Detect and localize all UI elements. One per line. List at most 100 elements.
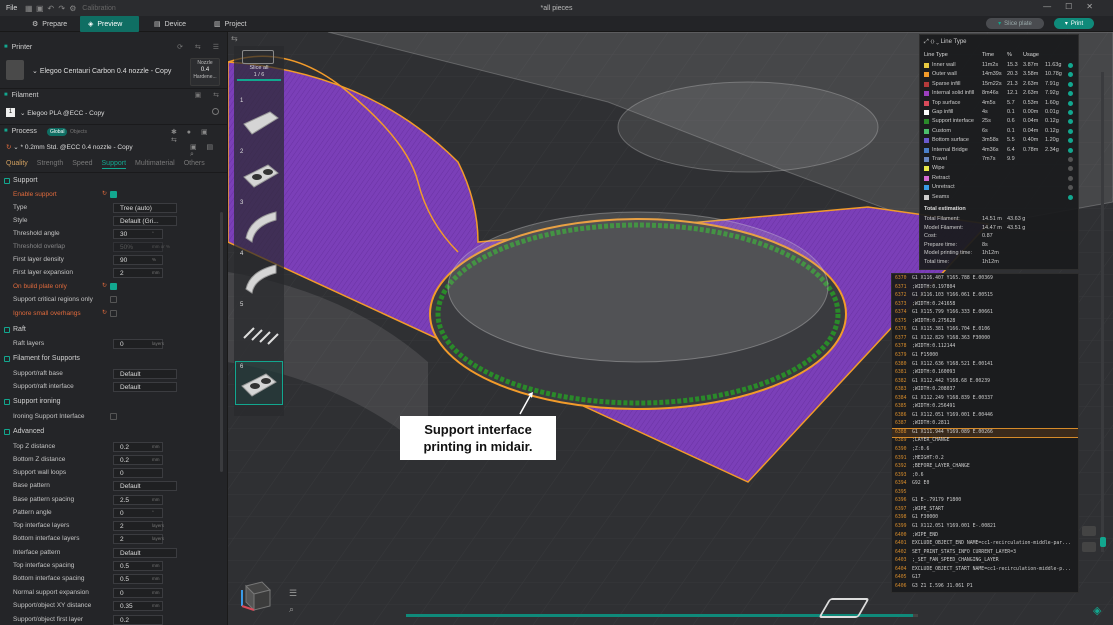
gcode-line[interactable]: 6380 G1 X112.636 Y168.521 E.00141 <box>892 361 1078 370</box>
redo-icon[interactable]: ↷ <box>56 4 67 13</box>
line-type-row[interactable]: Seams <box>924 193 1074 202</box>
tab-others[interactable]: Others <box>184 160 205 169</box>
gcode-line[interactable]: 6397 ;WIPE_START <box>892 506 1078 515</box>
visibility-toggle-icon[interactable] <box>1068 166 1073 172</box>
gcode-line[interactable]: 6392 ;BEFORE_LAYER_CHANGE <box>892 463 1078 472</box>
gcode-line[interactable]: 6378 ;WIDTH:0.112144 <box>892 343 1078 352</box>
gcode-line[interactable]: 6379 G1 F15000 <box>892 352 1078 361</box>
enable-support-checkbox[interactable] <box>110 191 117 198</box>
base-pattern-select[interactable]: Default <box>113 481 177 491</box>
gcode-line[interactable]: 6386 G1 X112.051 Y169.001 E.00446 <box>892 412 1078 421</box>
gcode-line[interactable]: 6387 ;WIDTH:0.2811 <box>892 420 1078 429</box>
line-type-row[interactable]: Travel 7m7s 9.9 <box>924 155 1074 164</box>
slice-all-icon[interactable] <box>242 50 274 64</box>
layer-slider-handle[interactable] <box>1100 537 1106 547</box>
tab-multimaterial[interactable]: Multimaterial <box>135 160 175 169</box>
visibility-toggle-icon[interactable] <box>1068 72 1073 78</box>
gcode-line[interactable]: 6401 EXCLUDE_OBJECT_END NAME=cc1-recircu… <box>892 540 1078 549</box>
visibility-toggle-icon[interactable] <box>1068 81 1073 87</box>
line-type-row[interactable]: Top surface 4m5s 5.7 0.53m 1.60g <box>924 99 1074 108</box>
line-type-row[interactable]: Outer wall 14m39s 20.3 3.58m 10.78g <box>924 70 1074 79</box>
visibility-toggle-icon[interactable] <box>1068 194 1073 200</box>
gcode-line[interactable]: 6391 ;HEIGHT:0.2 <box>892 455 1078 464</box>
objects-toggle[interactable]: Objects <box>70 129 87 135</box>
tab-support[interactable]: Support <box>101 160 127 169</box>
printer-header-icons[interactable]: ⟳ ⇆ ☰ <box>177 43 224 51</box>
layer-slider-track[interactable] <box>1101 72 1104 552</box>
line-type-row[interactable]: Wipe <box>924 164 1074 173</box>
tab-device[interactable]: ▤ Device <box>146 16 194 32</box>
process-action-icons[interactable]: ▣ ▤ ⌕ <box>190 143 227 159</box>
menu-icon[interactable]: ☰ <box>289 588 297 599</box>
visibility-toggle-icon[interactable] <box>1068 128 1073 134</box>
tab-project[interactable]: ▥ Project <box>206 16 254 32</box>
gcode-line[interactable]: 6399 G1 X112.051 Y169.001 E-.00821 <box>892 523 1078 532</box>
print-button[interactable]: ▾ Print <box>1054 18 1094 29</box>
gcode-line[interactable]: 6371 ;WIDTH:0.197804 <box>892 284 1078 293</box>
raft-base-select[interactable]: Default <box>113 369 177 379</box>
gcode-line[interactable]: 6405 G17 <box>892 574 1078 583</box>
plate-thumb-4[interactable]: 4 <box>240 251 280 299</box>
settings-scrollbar[interactable] <box>220 212 223 472</box>
gcode-line[interactable]: 6403 ;_SET_FAN_SPEED_CHANGING_LAYER <box>892 557 1078 566</box>
wall-loops-input[interactable]: 0 <box>113 468 163 478</box>
visibility-toggle-icon[interactable] <box>1068 147 1073 153</box>
gcode-line[interactable]: 6377 G1 X112.829 Y168.363 F30000 <box>892 335 1078 344</box>
visibility-toggle-icon[interactable] <box>1068 91 1073 97</box>
gcode-line[interactable]: 6373 ;WIDTH:0.241658 <box>892 301 1078 310</box>
slice-plate-button[interactable]: ▾ Slice plate <box>986 18 1044 29</box>
process-select[interactable]: ↻ ⌄ * 0.2mm Std. @ECC 0.4 nozzle - Copy <box>6 143 133 151</box>
visibility-toggle-icon[interactable] <box>1068 100 1073 106</box>
layer-up-button[interactable] <box>1082 526 1096 536</box>
visibility-toggle-icon[interactable] <box>1068 110 1073 115</box>
raft-interface-select[interactable]: Default <box>113 382 177 392</box>
collapse-sidebar-icon[interactable]: ⇆ <box>231 34 238 43</box>
calibration-menu[interactable]: Calibration <box>82 5 115 12</box>
3d-viewport[interactable]: Slice all 1 / 6 1 2 3 4 5 6 ⤢ ⟨⟩ ⌄ Line … <box>228 32 1113 625</box>
filament-header-icons[interactable]: ▣ ⇆ <box>195 91 224 99</box>
calibration-icon[interactable]: ⚙ <box>67 4 78 13</box>
first-layer-gap-input[interactable]: 0.2 <box>113 615 163 625</box>
grid-icon[interactable]: ▦ <box>23 4 34 13</box>
visibility-toggle-icon[interactable] <box>1068 119 1073 125</box>
filament-slot[interactable]: 1 <box>6 108 15 117</box>
plate-thumb-1[interactable]: 1 <box>240 98 280 146</box>
line-type-row[interactable]: Internal solid infill 8m46s 12.1 2.63m 7… <box>924 89 1074 98</box>
gcode-line[interactable]: 6390 ;Z:0.6 <box>892 446 1078 455</box>
undo-icon[interactable]: ↶ <box>45 4 56 13</box>
line-type-row[interactable]: Support interface 25s 0.6 0.04m 0.12g <box>924 117 1074 126</box>
interface-pattern-select[interactable]: Default <box>113 548 177 558</box>
gcode-line[interactable]: 6396 G1 E-.79179 F1800 <box>892 497 1078 506</box>
visibility-toggle-icon[interactable] <box>1068 185 1073 191</box>
gcode-line[interactable]: 6404 EXCLUDE_OBJECT_START NAME=cc1-recir… <box>892 566 1078 575</box>
gcode-line[interactable]: 6385 ;WIDTH:0.256491 <box>892 403 1078 412</box>
nozzle-box[interactable]: Nozzle 0.4 Hardene... <box>190 58 220 86</box>
tab-quality[interactable]: Quality <box>6 160 28 169</box>
zoom-icon[interactable]: ⌕ <box>289 604 294 615</box>
gcode-line[interactable]: 6400 ;WIPE_END <box>892 532 1078 541</box>
visibility-toggle-icon[interactable] <box>1068 175 1073 181</box>
visibility-toggle-icon[interactable] <box>1068 157 1073 162</box>
reset-icon[interactable]: ↻ <box>102 190 107 197</box>
line-type-row[interactable]: Sparse infill 15m22s 21.3 2.63m 7.91g <box>924 80 1074 89</box>
ignore-small-checkbox[interactable] <box>110 310 117 317</box>
tab-speed[interactable]: Speed <box>72 160 92 169</box>
type-select[interactable]: Tree (auto) <box>113 203 177 213</box>
line-type-row[interactable]: Bottom surface 3m58s 5.5 0.40m 1.20g <box>924 136 1074 145</box>
gcode-line[interactable]: 6382 G1 X112.442 Y168.68 E.00239 <box>892 378 1078 387</box>
gcode-line[interactable]: 6398 G1 F30000 <box>892 514 1078 523</box>
printer-select[interactable]: ⌄ Elegoo Centauri Carbon 0.4 nozzle - Co… <box>32 67 171 75</box>
layer-down-button[interactable] <box>1082 542 1096 552</box>
reset-icon[interactable]: ↻ <box>102 309 107 316</box>
pattern-angle-input[interactable]: 0 <box>113 508 163 518</box>
tab-preview[interactable]: ◈ Preview <box>80 16 139 32</box>
slice-all-label[interactable]: Slice all <box>234 65 284 71</box>
plate-thumb-2[interactable]: 2 <box>240 149 280 197</box>
process-header-icons[interactable]: ✱ ● ▣ ⇆ <box>171 128 227 144</box>
window-controls[interactable]: —☐✕ <box>1043 2 1107 11</box>
plate-thumb-5[interactable]: 5 <box>240 302 280 350</box>
plate-thumb-3[interactable]: 3 <box>240 200 280 248</box>
gcode-line[interactable]: 6406 G3 Z1 I.596 J1.061 P1 <box>892 583 1078 592</box>
orientation-cube[interactable] <box>236 576 272 612</box>
visibility-toggle-icon[interactable] <box>1068 63 1073 68</box>
